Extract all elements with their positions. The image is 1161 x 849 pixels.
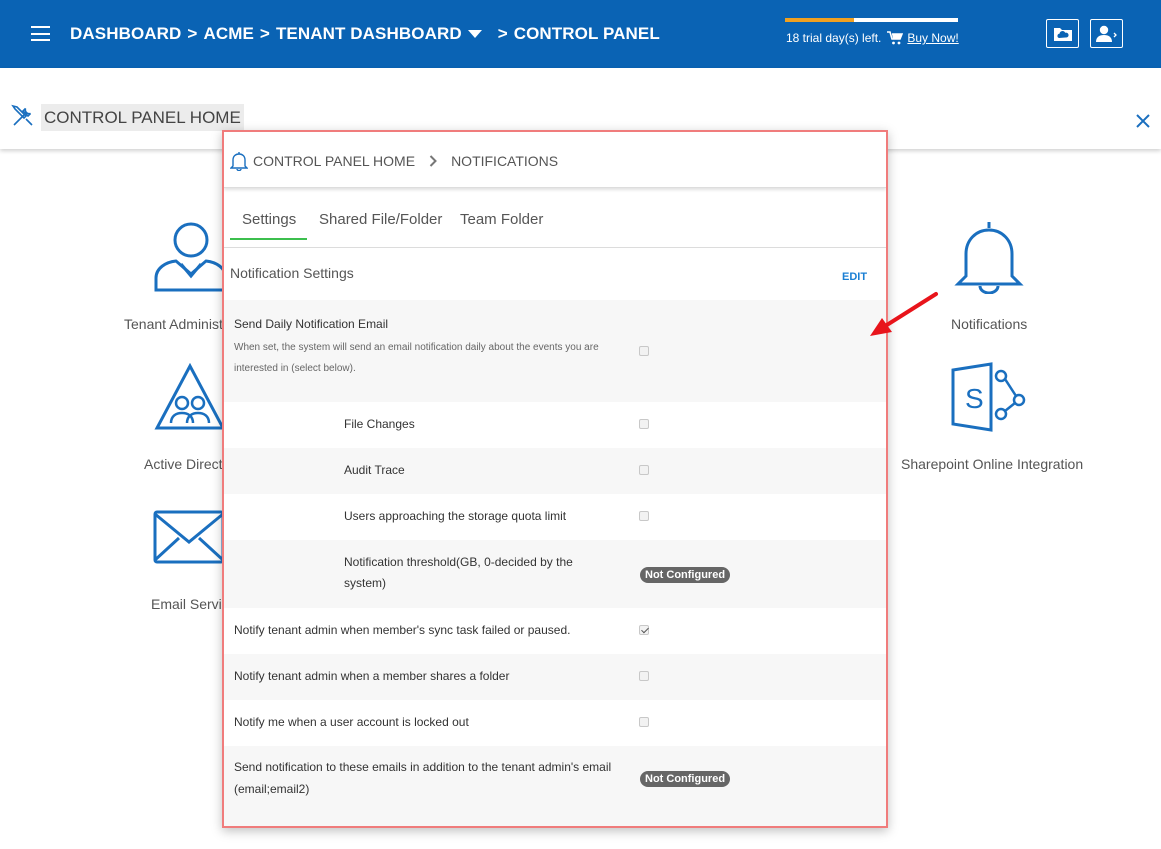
setting-label: (email;email2) [234,782,310,796]
annotation-arrow-icon [870,292,938,336]
tab-team-folder[interactable]: Team Folder [460,211,543,228]
setting-label: system) [344,576,386,590]
trial-progress-fill [785,18,855,22]
tile-label-notifications[interactable]: Notifications [951,316,1027,332]
trial-days-text: 18 trial day(s) left. [786,31,882,45]
edit-button[interactable]: EDIT [842,271,867,283]
notifications-bell-icon[interactable] [954,220,1024,294]
dialog-breadcrumb: CONTROL PANEL HOME NOTIFICATIONS [253,153,558,169]
trial-info: 18 trial day(s) left. Buy Now! [786,31,959,45]
file-changes-checkbox[interactable] [639,419,649,429]
setting-label: Notify me when a user account is locked … [234,715,469,729]
buy-now-link[interactable]: Buy Now! [907,31,958,45]
sharepoint-icon[interactable]: S [951,362,1027,432]
chevron-right-icon [429,155,437,167]
setting-row-quota: Users approaching the storage quota limi… [224,494,886,540]
cloud-folder-icon [1053,27,1072,41]
breadcrumb-separator: > [187,24,198,43]
audit-trace-checkbox[interactable] [639,465,649,475]
menu-icon[interactable] [31,26,50,41]
breadcrumb-control-panel: CONTROL PANEL [513,24,660,43]
page-title: CONTROL PANEL HOME [41,104,244,131]
breadcrumb: DASHBOARD > ACME > TENANT DASHBOARD > CO… [70,24,660,44]
setting-label: Notify tenant admin when a member shares… [234,669,510,683]
tab-shared-file-folder[interactable]: Shared File/Folder [319,211,442,228]
setting-row-file-changes: File Changes [224,402,886,448]
setting-label: Notification threshold(GB, 0-decided by … [344,555,573,569]
tile-label-email-service[interactable]: Email Servic [151,596,229,612]
tile-label-tenant-admin[interactable]: Tenant Administ [124,316,223,332]
quota-checkbox[interactable] [639,511,649,521]
section-title: Notification Settings [230,265,354,281]
trial-progress-bar [785,18,958,22]
tab-bar: Settings Shared File/Folder Team Folder [224,192,886,248]
threshold-status-badge[interactable]: Not Configured [640,567,731,583]
email-service-icon[interactable] [153,510,225,564]
setting-label: Users approaching the storage quota limi… [344,509,567,523]
tools-icon [11,104,33,126]
cart-icon [887,31,904,45]
dialog-header: CONTROL PANEL HOME NOTIFICATIONS [224,132,886,188]
section-header: Notification Settings EDIT [224,248,886,300]
breadcrumb-notifications: NOTIFICATIONS [451,153,559,169]
breadcrumb-tenant-dashboard[interactable]: TENANT DASHBOARD [276,24,462,44]
setting-label: Send Daily Notification Email [234,317,389,331]
setting-row-share-folder: Notify tenant admin when a member shares… [224,654,886,700]
tile-label-active-directory[interactable]: Active Directo [144,456,230,472]
notifications-dialog: CONTROL PANEL HOME NOTIFICATIONS Setting… [222,130,888,828]
share-folder-checkbox[interactable] [639,671,649,681]
setting-row-daily-email: Send Daily Notification Email When set, … [224,300,886,402]
breadcrumb-dashboard[interactable]: DASHBOARD [70,24,181,44]
setting-row-sync-failed: Notify tenant admin when member's sync t… [224,608,886,654]
setting-description: When set, the system will send an email … [234,342,599,353]
cloud-folder-button[interactable] [1046,19,1079,48]
breadcrumb-separator: > [497,24,508,43]
tab-settings[interactable]: Settings [242,211,296,228]
top-bar: DASHBOARD > ACME > TENANT DASHBOARD > CO… [0,0,1161,68]
caret-down-icon[interactable] [467,30,482,38]
tenant-admin-icon[interactable] [153,220,225,292]
setting-label: Audit Trace [344,463,405,477]
setting-label: File Changes [344,417,415,431]
extra-emails-status-badge[interactable]: Not Configured [640,771,731,787]
daily-email-checkbox[interactable] [639,346,649,356]
svg-text:S: S [965,383,984,414]
setting-label: Notify tenant admin when member's sync t… [234,623,571,637]
close-icon[interactable] [1135,113,1151,129]
setting-description: interested in (select below). [234,363,356,374]
active-directory-icon[interactable] [154,363,226,431]
breadcrumb-acme[interactable]: ACME [203,24,253,44]
user-icon [1095,25,1117,42]
tile-label-sharepoint[interactable]: Sharepoint Online Integration [901,456,1083,472]
setting-row-threshold: Notification threshold(GB, 0-decided by … [224,540,886,608]
setting-row-locked-out: Notify me when a user account is locked … [224,700,886,746]
setting-row-audit-trace: Audit Trace [224,448,886,494]
active-tab-indicator [230,238,307,240]
setting-label: Send notification to these emails in add… [234,760,612,774]
sync-failed-checkbox[interactable] [639,625,649,635]
locked-out-checkbox[interactable] [639,717,649,727]
breadcrumb-separator: > [259,24,270,43]
settings-list: Send Daily Notification Email When set, … [224,300,886,826]
user-account-button[interactable] [1090,19,1123,48]
bell-icon [230,152,248,171]
setting-row-extra-emails: Send notification to these emails in add… [224,746,886,814]
breadcrumb-control-panel-home[interactable]: CONTROL PANEL HOME [253,153,415,169]
